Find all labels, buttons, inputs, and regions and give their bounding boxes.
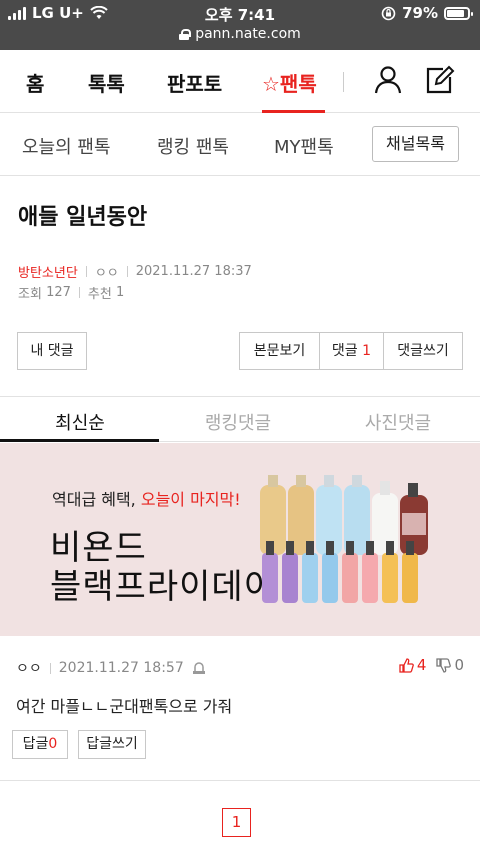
- tab-ranking-comments[interactable]: 랭킹댓글: [158, 409, 318, 435]
- thumbs-up-icon: [399, 657, 414, 673]
- post-datetime: 2021.11.27 18:37: [135, 264, 252, 279]
- comment-text: 여간 마플ㄴㄴ군대팬톡으로 가줘: [16, 697, 233, 716]
- comment-votes: 4 0: [399, 656, 464, 674]
- recommend-label: 추천: [87, 287, 112, 302]
- top-nav: 홈 톡톡 판포토 ☆팬톡: [0, 50, 480, 113]
- sub-ranking-fantalk[interactable]: 랭킹 팬톡: [157, 133, 229, 159]
- tab-latest[interactable]: 최신순: [0, 409, 160, 435]
- views-label: 조회: [18, 287, 42, 302]
- upvote-button[interactable]: 4: [399, 656, 427, 674]
- write-reply-button[interactable]: 답글쓰기: [78, 730, 146, 759]
- page-number-current[interactable]: 1: [222, 808, 251, 837]
- write-comment-button[interactable]: 댓글쓰기: [384, 333, 462, 369]
- sub-nav: 오늘의 팬톡 랭킹 팬톡 MY팬톡 채널목록: [0, 113, 480, 176]
- comments-button[interactable]: 댓글 1: [320, 333, 384, 369]
- nav-fantalk[interactable]: ☆팬톡: [262, 68, 317, 97]
- report-icon[interactable]: [192, 661, 206, 676]
- nav-divider: [343, 72, 344, 92]
- nav-panphoto[interactable]: 판포토: [167, 68, 222, 97]
- section-divider: [0, 780, 480, 781]
- upvote-count: 4: [416, 656, 427, 674]
- comment-tabs: 최신순 랭킹댓글 사진댓글: [0, 396, 480, 442]
- ad-banner[interactable]: 역대급 혜택, 오늘이 마지막! 비욘드 블랙프라이데이: [0, 443, 480, 636]
- comments-count: 1: [362, 343, 372, 359]
- nav-home[interactable]: 홈: [26, 68, 44, 97]
- nav-toktok[interactable]: 톡톡: [88, 68, 125, 97]
- ad-headline-event: 블랙프라이데이: [50, 567, 276, 607]
- comment-datetime: 2021.11.27 18:57: [58, 660, 184, 676]
- thumbs-down-icon: [436, 657, 452, 673]
- product-image: [260, 475, 428, 603]
- write-icon[interactable]: [423, 64, 455, 96]
- lock-icon: [179, 28, 192, 40]
- recommend-count: 1: [115, 285, 125, 300]
- post-channel[interactable]: 방탄소년단: [18, 262, 78, 281]
- orientation-lock-icon: [381, 6, 396, 20]
- sub-today-fantalk[interactable]: 오늘의 팬톡: [22, 133, 111, 159]
- view-post-button[interactable]: 본문보기: [240, 333, 320, 369]
- meta-divider: [126, 266, 128, 277]
- comments-label: 댓글: [331, 343, 358, 359]
- battery-icon: [444, 6, 473, 20]
- replies-count: 0: [48, 736, 58, 752]
- post-actions: 본문보기 댓글 1 댓글쓰기: [239, 332, 463, 370]
- tab-photo-comments[interactable]: 사진댓글: [318, 409, 478, 435]
- meta-divider: [85, 266, 87, 277]
- ad-tagline-prefix: 역대급 혜택,: [52, 490, 141, 509]
- my-comments-button[interactable]: 내 댓글: [17, 332, 87, 370]
- downvote-count: 0: [454, 656, 464, 674]
- replies-label: 답글: [22, 736, 49, 752]
- comment-meta: ㅇㅇ 2021.11.27 18:57: [16, 658, 206, 678]
- ad-tagline: 역대급 혜택, 오늘이 마지막!: [52, 486, 241, 510]
- url-text: pann.nate.com: [195, 26, 301, 42]
- post-title: 애들 일년동안: [18, 205, 148, 230]
- post-meta: 방탄소년단 ㅇㅇ 2021.11.27 18:37: [18, 262, 252, 281]
- meta-divider: [78, 287, 80, 298]
- views-count: 127: [46, 285, 71, 300]
- post-author: ㅇㅇ: [94, 266, 119, 281]
- replies-button[interactable]: 답글0: [12, 730, 68, 759]
- downvote-button[interactable]: 0: [436, 656, 464, 674]
- tab-active-indicator: [0, 439, 159, 442]
- status-bar: LG U+ 오후 7:41 79% pann.nate.com: [0, 0, 480, 50]
- url-bar[interactable]: pann.nate.com: [0, 26, 480, 42]
- user-icon[interactable]: [372, 64, 404, 96]
- post-stats: 조회 127 추천 1: [18, 283, 124, 302]
- comment-author: ㅇㅇ: [16, 661, 42, 677]
- ad-tagline-highlight: 오늘이 마지막!: [140, 490, 241, 509]
- channel-list-button[interactable]: 채널목록: [372, 126, 459, 162]
- meta-divider: [49, 662, 51, 674]
- sub-my-fantalk[interactable]: MY팬톡: [274, 133, 334, 159]
- battery-percent: 79%: [402, 4, 438, 22]
